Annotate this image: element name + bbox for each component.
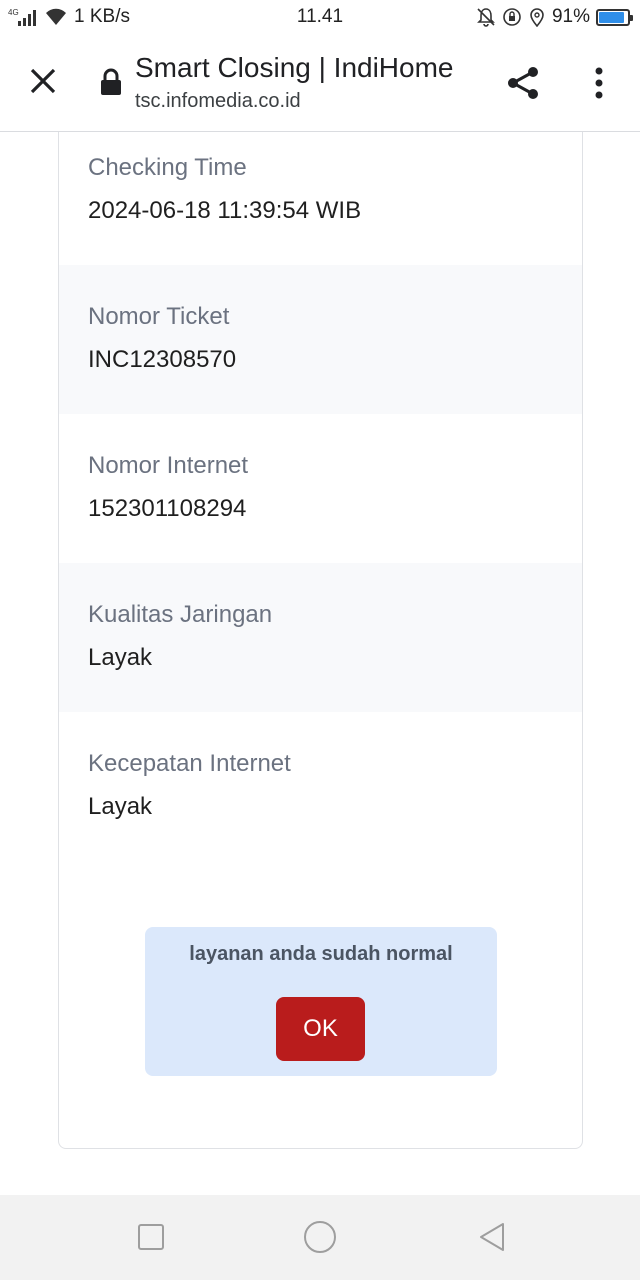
detail-value: INC12308570 — [88, 346, 237, 373]
rotation-lock-icon — [502, 7, 522, 27]
detail-label: Kecepatan Internet — [88, 750, 291, 777]
page-url[interactable]: tsc.infomedia.co.id — [135, 90, 301, 113]
status-alert: layanan anda sudah normal OK — [145, 927, 497, 1076]
detail-row-checking-time: Checking Time 2024-06-18 11:39:54 WIB — [59, 116, 582, 265]
navigation-bar — [0, 1195, 640, 1280]
result-card: Checking Time 2024-06-18 11:39:54 WIB No… — [58, 132, 583, 1149]
detail-label: Kualitas Jaringan — [88, 601, 273, 628]
recent-apps-icon[interactable] — [131, 1217, 171, 1257]
detail-label: Nomor Internet — [88, 452, 249, 479]
share-icon[interactable] — [502, 62, 544, 104]
detail-label: Checking Time — [88, 154, 247, 181]
battery-percent: 91% — [551, 6, 590, 27]
battery-icon — [596, 8, 633, 26]
page-title: Smart Closing | IndiHome — [135, 52, 454, 83]
detail-value: 152301108294 — [88, 495, 247, 522]
lock-icon[interactable] — [98, 68, 124, 96]
detail-row-internet-number: Nomor Internet 152301108294 — [59, 414, 582, 563]
detail-value: Layak — [88, 644, 153, 671]
detail-value: Layak — [88, 793, 153, 820]
more-vert-icon[interactable] — [580, 62, 618, 104]
alert-message: layanan anda sudah normal — [189, 943, 453, 965]
detail-label: Nomor Ticket — [88, 303, 230, 330]
detail-row-internet-speed: Kecepatan Internet Layak — [59, 712, 582, 861]
close-icon[interactable] — [22, 60, 64, 102]
detail-row-network-quality: Kualitas Jaringan Layak — [59, 563, 582, 712]
mute-icon — [476, 7, 496, 27]
back-icon[interactable] — [472, 1217, 512, 1257]
home-icon[interactable] — [300, 1217, 340, 1257]
ok-button[interactable]: OK — [276, 997, 365, 1061]
status-bar: 4G 1 KB/s 11.41 91% — [0, 0, 640, 34]
detail-row-ticket: Nomor Ticket INC12308570 — [59, 265, 582, 414]
status-bar-right: 91% — [476, 5, 633, 29]
detail-value: 2024-06-18 11:39:54 WIB — [88, 197, 362, 224]
location-icon — [528, 7, 546, 27]
battery-level — [599, 11, 625, 23]
